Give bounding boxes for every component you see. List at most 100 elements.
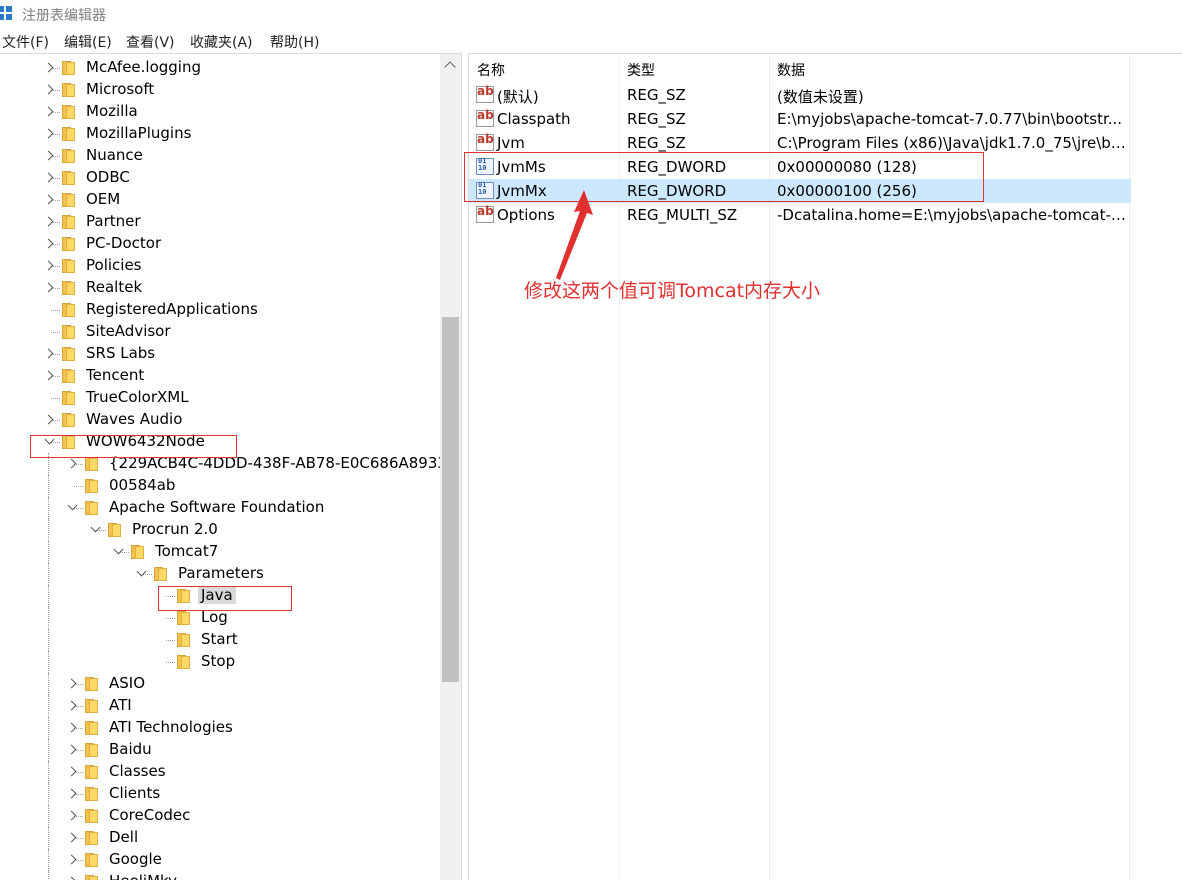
tree-guide-line	[48, 827, 49, 849]
tree-node[interactable]: McAfee.logging	[0, 57, 440, 79]
tree-scrollbar[interactable]	[440, 54, 461, 880]
chevron-right-icon[interactable]	[42, 145, 56, 167]
tree-node[interactable]: TrueColorXML	[0, 387, 440, 409]
tree-node[interactable]: Parameters	[0, 563, 440, 585]
value-row[interactable]: Classpath REG_SZ E:\myjobs\apache-tomcat-7…	[469, 107, 1131, 131]
chevron-right-icon[interactable]	[65, 695, 79, 717]
tree-node[interactable]: Waves Audio	[0, 409, 440, 431]
tree-node[interactable]: Google	[0, 849, 440, 871]
tree-node[interactable]: Microsoft	[0, 79, 440, 101]
tree-node[interactable]: 00584ab	[0, 475, 440, 497]
chevron-right-icon[interactable]	[42, 277, 56, 299]
value-type: REG_MULTI_SZ	[627, 206, 738, 224]
tree-node-label: Procrun 2.0	[132, 520, 218, 538]
chevron-right-icon[interactable]	[65, 739, 79, 761]
chevron-down-icon[interactable]	[111, 541, 125, 563]
tree-node[interactable]: Mozilla	[0, 101, 440, 123]
column-header-type[interactable]: 类型	[627, 60, 655, 80]
tree-node-label: SiteAdvisor	[86, 322, 171, 340]
tree-node[interactable]: ATI Technologies	[0, 717, 440, 739]
chevron-right-icon[interactable]	[42, 79, 56, 101]
tree-node[interactable]: ATI	[0, 695, 440, 717]
folder-icon	[62, 413, 75, 427]
tree-node[interactable]: Start	[0, 629, 440, 651]
folder-icon	[177, 655, 190, 669]
tree-node[interactable]: Dell	[0, 827, 440, 849]
value-row[interactable]: Options REG_MULTI_SZ -Dcatalina.home=E:\my…	[469, 203, 1131, 227]
menu-file[interactable]: 文件(F)	[2, 32, 49, 52]
tree-guide-line	[48, 519, 49, 541]
tree-node-label: OEM	[86, 190, 121, 208]
chevron-down-icon[interactable]	[88, 519, 102, 541]
chevron-right-icon[interactable]	[42, 211, 56, 233]
tree-node[interactable]: OEM	[0, 189, 440, 211]
tree-node-label: Tomcat7	[155, 542, 219, 560]
annotation-box-jvm-values	[464, 152, 984, 202]
tree-node[interactable]: Tencent	[0, 365, 440, 387]
scroll-up-arrow-icon[interactable]	[444, 61, 456, 73]
chevron-right-icon[interactable]	[42, 365, 56, 387]
tree-node[interactable]: ASIO	[0, 673, 440, 695]
chevron-right-icon[interactable]	[42, 189, 56, 211]
tree-node[interactable]: Baidu	[0, 739, 440, 761]
tree-node[interactable]: MozillaPlugins	[0, 123, 440, 145]
chevron-right-icon[interactable]	[42, 101, 56, 123]
tree-node[interactable]: Policies	[0, 255, 440, 277]
scroll-thumb[interactable]	[442, 317, 459, 682]
chevron-right-icon[interactable]	[42, 167, 56, 189]
tree-node[interactable]: RegisteredApplications	[0, 299, 440, 321]
column-header-data[interactable]: 数据	[777, 60, 805, 80]
chevron-right-icon[interactable]	[65, 849, 79, 871]
folder-icon	[85, 765, 98, 779]
tree-node[interactable]: PC-Doctor	[0, 233, 440, 255]
window-title: 注册表编辑器	[22, 8, 106, 24]
tree-node-label: Classes	[109, 762, 166, 780]
tree-node[interactable]: SiteAdvisor	[0, 321, 440, 343]
menu-help[interactable]: 帮助(H)	[270, 32, 319, 52]
tree-connector	[166, 640, 175, 641]
tree-node-label: Nuance	[86, 146, 143, 164]
chevron-right-icon[interactable]	[42, 233, 56, 255]
tree-node[interactable]: Procrun 2.0	[0, 519, 440, 541]
chevron-right-icon[interactable]	[65, 783, 79, 805]
tree-connector	[51, 310, 60, 311]
tree-node[interactable]: Nuance	[0, 145, 440, 167]
folder-icon	[177, 611, 190, 625]
tree-connector	[51, 332, 60, 333]
tree-node[interactable]: HeeliMky	[0, 871, 440, 880]
chevron-right-icon[interactable]	[42, 57, 56, 79]
column-header-name[interactable]: 名称	[477, 60, 505, 80]
value-row[interactable]: (默认) REG_SZ (数值未设置)	[469, 83, 1131, 107]
tree-node[interactable]: ODBC	[0, 167, 440, 189]
menu-favorites[interactable]: 收藏夹(A)	[190, 32, 253, 52]
chevron-down-icon[interactable]	[65, 497, 79, 519]
chevron-right-icon[interactable]	[65, 761, 79, 783]
folder-icon	[85, 699, 98, 713]
chevron-right-icon[interactable]	[65, 827, 79, 849]
chevron-right-icon[interactable]	[65, 673, 79, 695]
folder-icon	[131, 545, 144, 559]
chevron-down-icon[interactable]	[134, 563, 148, 585]
tree-node[interactable]: CoreCodec	[0, 805, 440, 827]
menu-edit[interactable]: 编辑(E)	[64, 32, 112, 52]
menu-view[interactable]: 查看(V)	[126, 32, 175, 52]
chevron-right-icon[interactable]	[42, 123, 56, 145]
folder-icon	[85, 853, 98, 867]
tree-node[interactable]: Stop	[0, 651, 440, 673]
chevron-right-icon[interactable]	[42, 255, 56, 277]
tree-node[interactable]: Partner	[0, 211, 440, 233]
registry-key-tree[interactable]: McAfee.logging Microsoft Mozilla MozillaPlu…	[0, 53, 462, 880]
chevron-right-icon[interactable]	[65, 871, 79, 880]
chevron-right-icon[interactable]	[65, 717, 79, 739]
tree-node[interactable]: Realtek	[0, 277, 440, 299]
chevron-right-icon[interactable]	[42, 409, 56, 431]
tree-node[interactable]: SRS Labs	[0, 343, 440, 365]
tree-node[interactable]: Clients	[0, 783, 440, 805]
folder-icon	[85, 787, 98, 801]
tree-node[interactable]: Apache Software Foundation	[0, 497, 440, 519]
tree-node[interactable]: Tomcat7	[0, 541, 440, 563]
tree-node[interactable]: Classes	[0, 761, 440, 783]
chevron-right-icon[interactable]	[42, 343, 56, 365]
value-type: REG_SZ	[627, 86, 686, 104]
chevron-right-icon[interactable]	[65, 805, 79, 827]
